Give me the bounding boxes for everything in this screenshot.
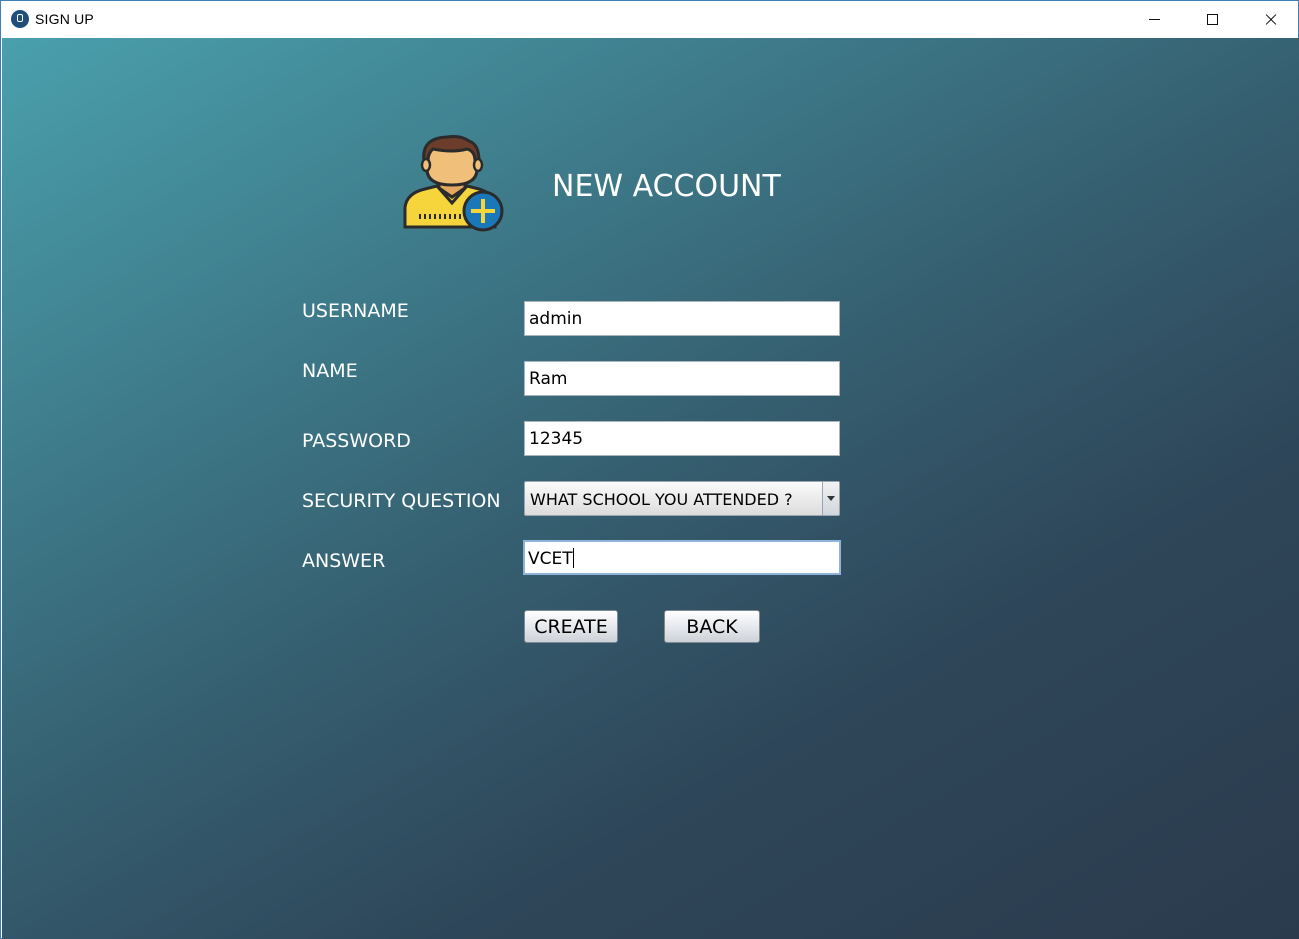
text-caret (572, 548, 574, 568)
security-question-select[interactable]: WHAT SCHOOL YOU ATTENDED ? (524, 481, 840, 516)
minimize-button[interactable] (1125, 1, 1183, 38)
name-input[interactable]: Ram (524, 361, 840, 396)
username-input[interactable]: admin (524, 301, 840, 336)
password-label: PASSWORD (302, 430, 411, 452)
create-button[interactable]: CREATE (524, 610, 618, 643)
signup-panel: NEW ACCOUNT USERNAME admin NAME Ram PASS… (2, 38, 1299, 939)
chevron-down-icon[interactable] (822, 482, 839, 515)
page-title: NEW ACCOUNT (552, 169, 781, 204)
username-label: USERNAME (302, 300, 409, 322)
name-label: NAME (302, 360, 358, 382)
answer-label: ANSWER (302, 550, 386, 572)
add-user-icon (403, 135, 504, 232)
close-button[interactable] (1241, 1, 1299, 38)
app-icon (11, 10, 29, 28)
maximize-button[interactable] (1183, 1, 1241, 38)
back-button[interactable]: BACK (664, 610, 760, 643)
answer-input[interactable]: VCET (523, 540, 841, 575)
security-question-label: SECURITY QUESTION (302, 490, 501, 512)
title-bar[interactable]: SIGN UP (1, 1, 1298, 38)
signup-window: SIGN UP NEW ACCOUNT USERNAME admin NAME … (0, 0, 1299, 939)
window-title: SIGN UP (35, 11, 94, 27)
password-input[interactable]: 12345 (524, 421, 840, 456)
security-question-value: WHAT SCHOOL YOU ATTENDED ? (530, 490, 793, 509)
answer-value: VCET (528, 549, 573, 569)
